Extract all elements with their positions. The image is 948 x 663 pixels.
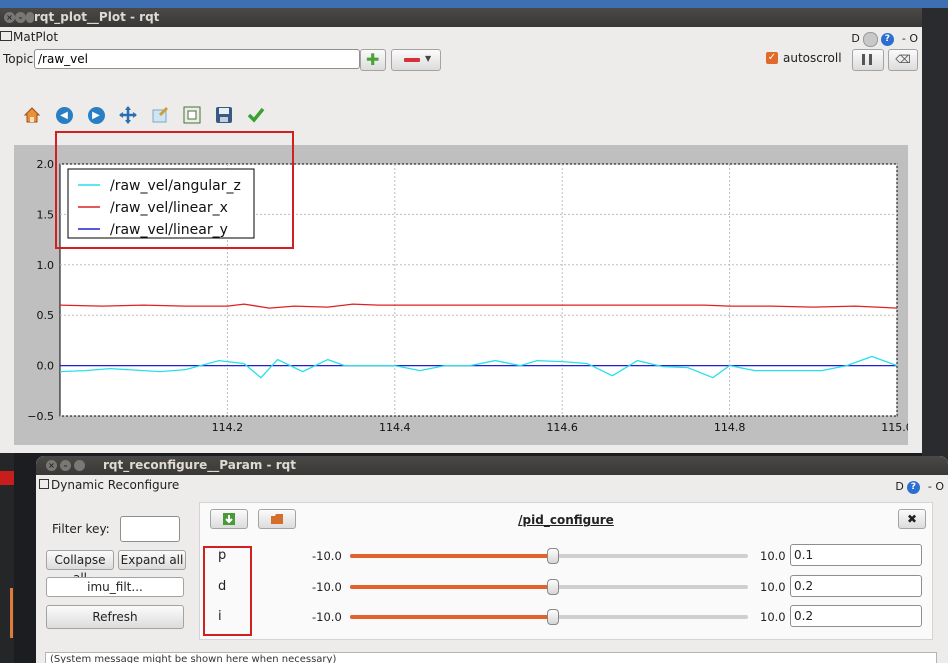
y-tick-label: 2.0	[37, 158, 55, 171]
help-icon[interactable]: ?	[880, 32, 894, 46]
maximize-window-button[interactable]	[26, 12, 34, 23]
desktop-top-panel	[0, 0, 948, 8]
subplots-icon[interactable]	[182, 105, 202, 125]
plus-icon: ✚	[366, 50, 380, 69]
minus-icon	[404, 58, 420, 62]
x-tick-label: 114.8	[714, 421, 746, 434]
add-topic-button[interactable]: ✚	[360, 49, 386, 71]
clear-icon: ⌫	[895, 53, 911, 66]
autoscroll-label: autoscroll	[783, 51, 842, 65]
param-slider[interactable]	[350, 609, 748, 625]
minimize-window-button[interactable]: –	[60, 460, 71, 471]
edit-curves-icon[interactable]	[246, 105, 266, 125]
param-max: 10.0	[760, 549, 786, 563]
minimize-plugin-icon[interactable]: - O	[902, 29, 918, 49]
refresh-button[interactable]: Refresh	[46, 605, 184, 629]
plugin-name: Dynamic Reconfigure	[39, 475, 179, 495]
param-window-titlebar: × – rqt_reconfigure__Param - rqt	[36, 456, 948, 475]
param-min: -10.0	[312, 549, 342, 563]
param-value-input[interactable]: 0.2	[790, 575, 922, 597]
matplotlib-toolbar: ◀ ▶	[22, 103, 266, 127]
gear-icon[interactable]	[862, 31, 878, 47]
close-icon: ✖	[906, 512, 918, 526]
node-params-panel: /pid_configure ✖ p -10.0 10.0 0.1 d -10.…	[199, 502, 933, 640]
pause-icon	[862, 54, 872, 65]
param-value-input[interactable]: 0.1	[790, 544, 922, 566]
pause-button[interactable]	[852, 49, 884, 71]
close-window-button[interactable]: ×	[46, 460, 57, 471]
x-tick-label: 115.0	[881, 421, 908, 434]
param-min: -10.0	[312, 580, 342, 594]
maximize-window-button[interactable]	[74, 460, 85, 471]
param-row-p: p -10.0 10.0 0.1	[200, 543, 932, 569]
params-highlight-box	[203, 546, 252, 636]
param-max: 10.0	[760, 580, 786, 594]
remove-topic-button[interactable]: ▼	[391, 49, 441, 71]
topic-row: Topic ✚ ▼ ✓ autoscroll ⌫	[0, 47, 922, 73]
param-min: -10.0	[312, 610, 342, 624]
back-icon[interactable]: ◀	[54, 105, 74, 125]
collapse-all-button[interactable]: Collapse all	[46, 550, 114, 585]
param-value-input[interactable]: 0.2	[790, 605, 922, 627]
slider-handle[interactable]	[547, 579, 559, 595]
node-combo-value: imu_filt...	[87, 580, 143, 594]
autoscroll-toggle[interactable]: ✓ autoscroll	[766, 51, 842, 65]
autoscroll-checkbox[interactable]: ✓	[766, 52, 778, 64]
home-icon[interactable]	[22, 105, 42, 125]
pan-icon[interactable]	[118, 105, 138, 125]
close-node-button[interactable]: ✖	[898, 509, 926, 529]
legend-highlight-box	[55, 131, 294, 249]
clear-button[interactable]: ⌫	[888, 49, 918, 71]
plot-window-titlebar: × – rqt_plot__Plot - rqt	[0, 8, 922, 27]
slider-handle[interactable]	[547, 609, 559, 625]
plugin-icon	[39, 479, 49, 489]
minimize-window-button[interactable]: –	[15, 12, 26, 23]
status-message-bar: (System message might be shown here when…	[45, 652, 937, 663]
topic-input[interactable]	[34, 49, 360, 69]
dock-button[interactable]: D	[851, 29, 859, 49]
save-icon[interactable]	[214, 105, 234, 125]
x-tick-label: 114.6	[546, 421, 578, 434]
rqt-reconfigure-window: × – rqt_reconfigure__Param - rqt Dynamic…	[36, 456, 948, 663]
filter-key-input[interactable]	[120, 516, 180, 542]
param-slider[interactable]	[350, 579, 748, 595]
y-tick-label: 0.0	[37, 360, 55, 373]
param-window-title: rqt_reconfigure__Param - rqt	[103, 458, 296, 472]
matplot-plugin-bar: MatPlot D ? - O	[0, 27, 922, 47]
slider-handle[interactable]	[547, 548, 559, 564]
y-tick-label: −0.5	[27, 410, 54, 423]
node-combo[interactable]: imu_filt...	[46, 577, 184, 597]
help-icon[interactable]: ?	[906, 480, 920, 494]
y-tick-label: 1.0	[37, 259, 55, 272]
plugin-icon	[0, 31, 12, 41]
param-row-d: d -10.0 10.0 0.2	[200, 574, 932, 600]
dock-button[interactable]: D	[895, 477, 903, 497]
plot-window-title: rqt_plot__Plot - rqt	[34, 10, 160, 24]
expand-all-button[interactable]: Expand all	[118, 550, 186, 570]
param-row-i: i -10.0 10.0 0.2	[200, 604, 932, 630]
y-tick-label: 0.5	[37, 309, 55, 322]
param-max: 10.0	[760, 610, 786, 624]
reconfigure-plugin-bar: Dynamic Reconfigure D ? - O	[36, 475, 948, 495]
filter-key-label: Filter key:	[52, 522, 110, 536]
plugin-name: MatPlot	[0, 27, 58, 47]
x-tick-label: 114.4	[379, 421, 411, 434]
node-title: /pid_configure	[518, 513, 614, 527]
chevron-down-icon: ▼	[425, 54, 432, 63]
x-tick-label: 114.2	[212, 421, 244, 434]
topic-label: Topic	[3, 52, 34, 66]
zoom-icon[interactable]	[150, 105, 170, 125]
param-slider[interactable]	[350, 548, 748, 564]
minimize-plugin-icon[interactable]: - O	[928, 477, 944, 497]
forward-icon[interactable]: ▶	[86, 105, 106, 125]
y-tick-label: 1.5	[37, 208, 55, 221]
close-window-button[interactable]: ×	[4, 12, 15, 23]
